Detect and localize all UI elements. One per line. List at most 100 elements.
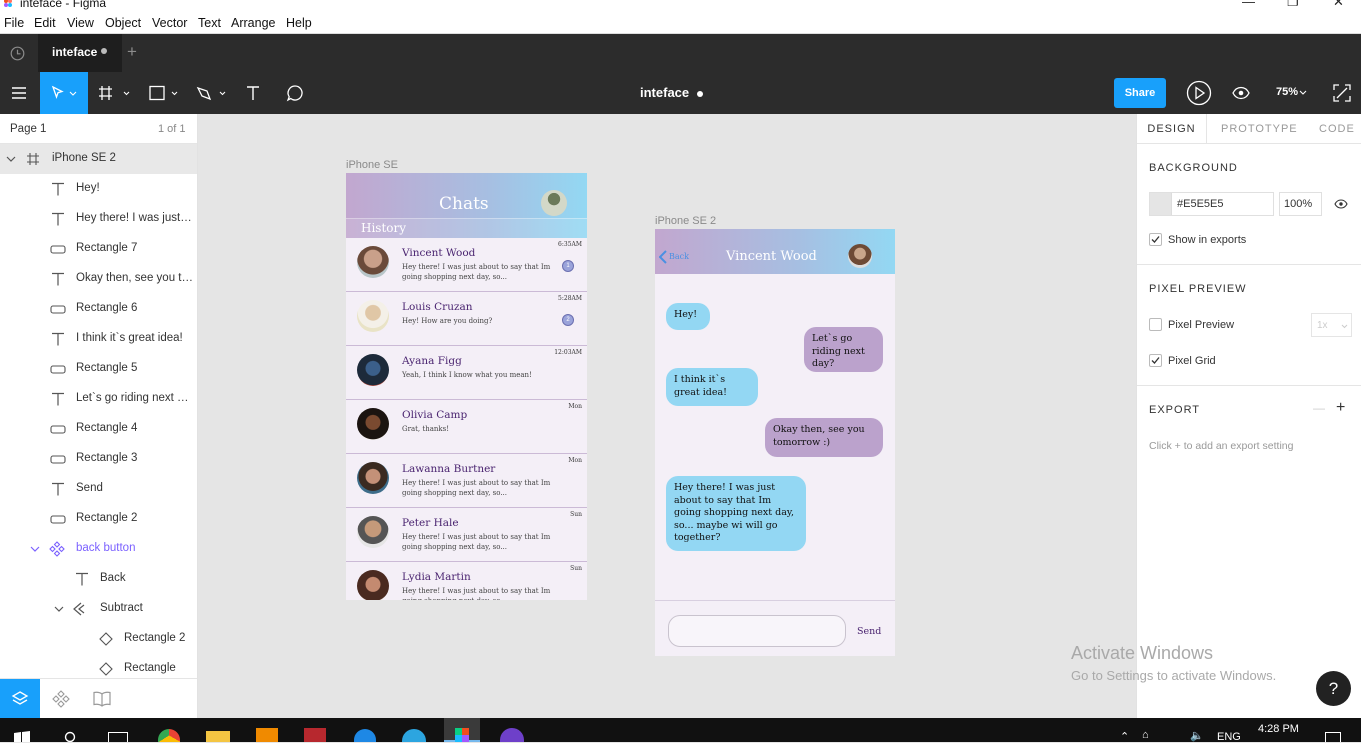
eye-icon[interactable] xyxy=(1232,86,1250,100)
clock-time[interactable]: 4:28 PM xyxy=(1258,723,1299,735)
new-tab-button[interactable]: + xyxy=(127,42,137,62)
windows-start-icon[interactable] xyxy=(14,731,30,742)
bg-color-swatch[interactable] xyxy=(1150,193,1172,215)
menu-edit[interactable]: Edit xyxy=(34,16,56,30)
layer-item[interactable]: Okay then, see you tom... xyxy=(0,264,197,294)
network-icon[interactable]: ⌂ xyxy=(1142,729,1149,741)
layer-item[interactable]: Rectangle 7 xyxy=(0,234,197,264)
add-export-button[interactable]: + xyxy=(1336,399,1345,417)
telegram-icon[interactable] xyxy=(402,729,426,742)
sublime-text-icon[interactable] xyxy=(256,728,278,742)
conversation-screen-frame[interactable]: Back Vincent Wood Hey! Let`s go riding n… xyxy=(655,229,895,656)
components-icon[interactable] xyxy=(52,690,70,708)
zoom-level[interactable]: 75% xyxy=(1276,86,1298,98)
file-explorer-icon[interactable] xyxy=(206,731,230,742)
chat-row[interactable]: Lawanna Burtner Hey there! I was just abo… xyxy=(346,454,587,508)
maximize-icon[interactable]: ❐ xyxy=(1287,0,1299,10)
layer-item[interactable]: Rectangle 3 xyxy=(0,444,197,474)
tab-prototype[interactable]: PROTOTYPE xyxy=(1221,123,1298,135)
tab-code[interactable]: CODE xyxy=(1319,123,1355,135)
pixel-preview-checkbox[interactable] xyxy=(1149,318,1162,331)
chat-row[interactable]: Vincent Wood Hey there! I was just about … xyxy=(346,238,587,292)
layer-item[interactable]: I think it`s great idea! xyxy=(0,324,197,354)
github-desktop-icon[interactable] xyxy=(500,728,524,742)
help-button[interactable]: ? xyxy=(1316,671,1351,706)
volume-icon[interactable]: 🔈 xyxy=(1190,729,1204,742)
edge-icon[interactable] xyxy=(354,729,376,742)
move-tool-button[interactable] xyxy=(40,72,88,114)
layers-tab[interactable] xyxy=(0,679,40,719)
chat-row[interactable]: Ayana Figg Yeah, I think I know what you … xyxy=(346,346,587,400)
chat-row[interactable]: Peter Hale Hey there! I was just about to… xyxy=(346,508,587,562)
search-icon[interactable] xyxy=(64,731,78,742)
layer-item[interactable]: Hey! xyxy=(0,174,197,204)
bg-color-field[interactable]: #E5E5E5 xyxy=(1149,192,1274,216)
layer-component-back-button[interactable]: back button xyxy=(0,534,197,564)
pixel-grid-checkbox[interactable] xyxy=(1149,354,1162,367)
minimize-icon[interactable]: — xyxy=(1242,0,1255,9)
tray-chevron-up-icon[interactable]: ⌃ xyxy=(1120,730,1129,743)
layer-vector-rectangle-2[interactable]: Rectangle 2 xyxy=(0,624,197,654)
task-view-icon[interactable] xyxy=(108,732,128,742)
frame-label-iphone-se-2[interactable]: iPhone SE 2 xyxy=(655,215,716,227)
menu-text[interactable]: Text xyxy=(198,16,221,30)
figma-taskbar-button[interactable] xyxy=(444,718,480,742)
pixel-preview-scale-select[interactable]: 1x xyxy=(1311,313,1352,337)
tab-design[interactable]: DESIGN xyxy=(1137,114,1207,144)
main-menu-button[interactable] xyxy=(0,72,38,114)
frame-label-iphone-se[interactable]: iPhone SE xyxy=(346,159,398,171)
chat-row[interactable]: Louis Cruzan Hey! How are you doing? 5:28A… xyxy=(346,292,587,346)
layer-frame-iphone-se-2[interactable]: iPhone SE 2 xyxy=(0,144,197,174)
show-in-exports-checkbox[interactable] xyxy=(1149,233,1162,246)
chevron-down-icon[interactable] xyxy=(2,150,20,168)
share-button[interactable]: Share xyxy=(1114,78,1166,108)
layer-item[interactable]: Rectangle 5 xyxy=(0,354,197,384)
bg-opacity-value[interactable]: 100% xyxy=(1284,198,1312,210)
comment-tool-button[interactable] xyxy=(280,72,310,114)
chevron-down-icon[interactable] xyxy=(50,600,68,618)
recent-files-icon[interactable] xyxy=(10,46,25,61)
layer-text-back[interactable]: Back xyxy=(0,564,197,594)
back-chevron-icon[interactable] xyxy=(659,250,667,264)
fullscreen-icon[interactable] xyxy=(1333,84,1351,102)
chat-row[interactable]: Lydia Martin Hey there! I was just about … xyxy=(346,562,587,600)
frame-tool-button[interactable] xyxy=(96,72,134,114)
chrome-icon[interactable] xyxy=(158,729,180,742)
menu-object[interactable]: Object xyxy=(105,16,141,30)
pen-tool-button[interactable] xyxy=(192,72,232,114)
chat-row[interactable]: Olivia Camp Grat, thanks! Mon xyxy=(346,400,587,454)
chevron-down-icon[interactable] xyxy=(26,540,44,558)
present-icon[interactable] xyxy=(1186,80,1212,106)
library-book-icon[interactable] xyxy=(92,691,112,707)
send-button[interactable]: Send xyxy=(857,626,881,637)
shape-tool-button[interactable] xyxy=(144,72,184,114)
menu-arrange[interactable]: Arrange xyxy=(231,16,275,30)
chats-screen-frame[interactable]: Chats History Vincent Wood Hey there! I w… xyxy=(346,173,587,600)
notifications-icon[interactable] xyxy=(1325,732,1341,742)
visibility-eye-icon[interactable] xyxy=(1334,199,1348,209)
bg-hex-value[interactable]: #E5E5E5 xyxy=(1177,198,1223,210)
close-icon[interactable]: ✕ xyxy=(1333,0,1344,10)
layer-group-subtract[interactable]: Subtract xyxy=(0,594,197,624)
pages-header[interactable]: Page 1 1 of 1 xyxy=(0,114,197,144)
back-button[interactable]: Back xyxy=(669,252,689,261)
access-icon[interactable] xyxy=(304,728,326,742)
layer-item[interactable]: Rectangle 2 xyxy=(0,504,197,534)
menu-view[interactable]: View xyxy=(67,16,94,30)
layer-label: Subtract xyxy=(100,602,143,614)
language-indicator[interactable]: ENG xyxy=(1217,731,1241,743)
layer-item[interactable]: Hey there! I was just a... xyxy=(0,204,197,234)
layer-item[interactable]: Let`s go riding next da... xyxy=(0,384,197,414)
menu-help[interactable]: Help xyxy=(286,16,312,30)
menu-vector[interactable]: Vector xyxy=(152,16,187,30)
chevron-down-icon[interactable] xyxy=(1299,90,1307,96)
message-input[interactable] xyxy=(668,615,846,647)
text-tool-button[interactable] xyxy=(238,72,268,114)
remove-export-button[interactable]: — xyxy=(1313,401,1325,415)
layer-item[interactable]: Rectangle 6 xyxy=(0,294,197,324)
layer-item[interactable]: Send xyxy=(0,474,197,504)
menu-file[interactable]: File xyxy=(4,16,24,30)
bg-opacity-field[interactable]: 100% xyxy=(1279,192,1322,216)
layer-item[interactable]: Rectangle 4 xyxy=(0,414,197,444)
tab-inteface[interactable]: inteface xyxy=(38,34,122,72)
